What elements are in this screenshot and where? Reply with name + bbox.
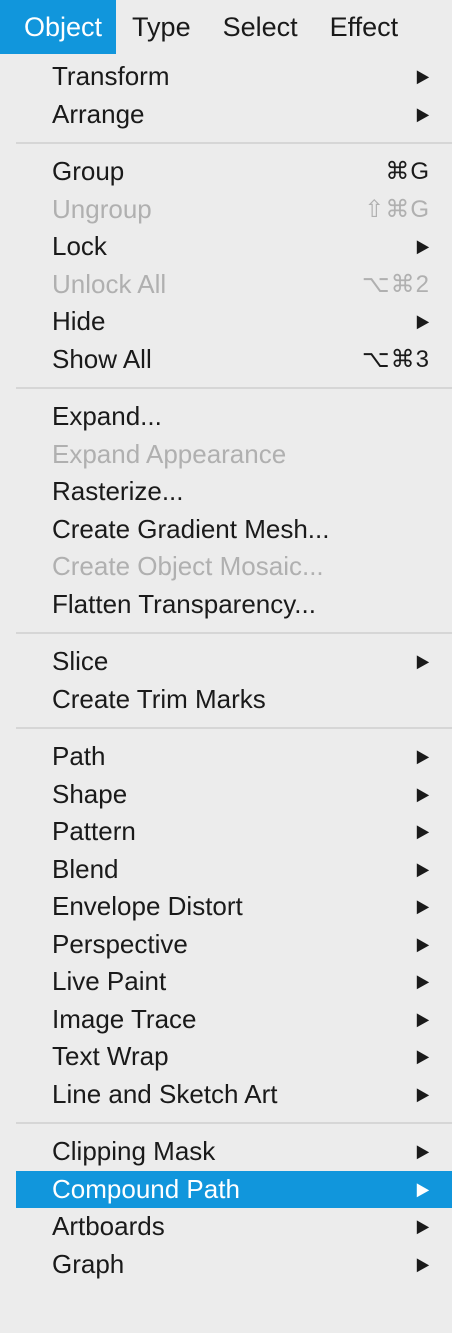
menu-item-hide[interactable]: Hide ▶	[16, 303, 452, 341]
menu-item-label: Hide	[52, 306, 106, 337]
menu-item-image-trace[interactable]: Image Trace ▶	[16, 1001, 452, 1039]
menu-item-label: Flatten Transparency...	[52, 588, 316, 619]
menubar-object[interactable]: Object	[0, 0, 117, 54]
menu-item-create-object-mosaic: Create Object Mosaic...	[16, 548, 452, 586]
menu-item-label: Group	[52, 156, 125, 187]
submenu-arrow-icon: ▶	[416, 1046, 430, 1067]
menu-item-clipping-mask[interactable]: Clipping Mask ▶	[16, 1133, 452, 1171]
menu-item-show-all[interactable]: Show All ⌥⌘3	[16, 341, 452, 379]
menu-item-slice[interactable]: Slice ▶	[16, 643, 452, 681]
submenu-arrow-icon: ▶	[416, 651, 430, 672]
menu-item-label: Create Trim Marks	[52, 683, 266, 714]
menu-item-expand-appearance: Expand Appearance	[16, 436, 452, 474]
menu-item-flatten-transparency[interactable]: Flatten Transparency...	[16, 586, 452, 624]
menu-item-envelope-distort[interactable]: Envelope Distort ▶	[16, 888, 452, 926]
menu-item-label: Expand...	[52, 401, 162, 432]
menu-item-shape[interactable]: Shape ▶	[16, 776, 452, 814]
menu-item-label: Rasterize...	[52, 476, 184, 507]
menu-item-live-paint[interactable]: Live Paint ▶	[16, 963, 452, 1001]
menu-item-label: Lock	[52, 231, 107, 262]
menu-item-group[interactable]: Group ⌘G	[16, 153, 452, 191]
keyboard-shortcut: ⌥⌘2	[361, 270, 430, 298]
menu-item-label: Envelope Distort	[52, 891, 243, 922]
submenu-arrow-icon: ▶	[416, 311, 430, 332]
menu-item-compound-path[interactable]: Compound Path ▶	[16, 1170, 452, 1208]
menu-item-label: Line and Sketch Art	[52, 1078, 278, 1109]
menu-item-create-gradient-mesh[interactable]: Create Gradient Mesh...	[16, 511, 452, 549]
submenu-arrow-icon: ▶	[416, 821, 430, 842]
menu-item-graph[interactable]: Graph ▶	[16, 1246, 452, 1284]
menu-item-lock[interactable]: Lock ▶	[16, 228, 452, 266]
menu-item-transform[interactable]: Transform ▶	[16, 58, 452, 96]
menu-item-label: Create Object Mosaic...	[52, 551, 324, 582]
submenu-arrow-icon: ▶	[416, 103, 430, 124]
submenu-arrow-icon: ▶	[416, 971, 430, 992]
menu-item-label: Unlock All	[52, 268, 167, 299]
menubar-effect[interactable]: Effect	[314, 0, 415, 54]
submenu-arrow-icon: ▶	[416, 1008, 430, 1029]
submenu-arrow-icon: ▶	[416, 1083, 430, 1104]
menu-item-arrange[interactable]: Arrange ▶	[16, 96, 452, 134]
submenu-arrow-icon: ▶	[416, 236, 430, 257]
menu-item-label: Create Gradient Mesh...	[52, 513, 330, 544]
submenu-arrow-icon: ▶	[416, 896, 430, 917]
menu-item-label: Expand Appearance	[52, 438, 287, 469]
menubar-select[interactable]: Select	[207, 0, 314, 54]
submenu-arrow-icon: ▶	[416, 1253, 430, 1274]
menu-item-label: Transform	[52, 61, 170, 92]
menu-item-create-trim-marks[interactable]: Create Trim Marks	[16, 681, 452, 719]
menu-item-label: Text Wrap	[52, 1041, 169, 1072]
menu-separator	[16, 623, 452, 643]
menu-item-label: Artboards	[52, 1211, 165, 1242]
submenu-arrow-icon: ▶	[416, 1141, 430, 1162]
menu-item-rasterize[interactable]: Rasterize...	[16, 473, 452, 511]
menu-bar: Object Type Select Effect	[0, 0, 452, 54]
menu-item-pattern[interactable]: Pattern ▶	[16, 813, 452, 851]
menu-item-label: Blend	[52, 853, 119, 884]
menu-item-label: Slice	[52, 646, 109, 677]
submenu-arrow-icon: ▶	[416, 1216, 430, 1237]
menu-item-label: Path	[52, 741, 106, 772]
menu-item-ungroup: Ungroup ⇧⌘G	[16, 191, 452, 229]
keyboard-shortcut: ⌥⌘3	[361, 345, 430, 373]
menu-item-label: Pattern	[52, 816, 136, 847]
menu-separator	[16, 378, 452, 398]
menu-item-label: Show All	[52, 343, 152, 374]
menu-item-artboards[interactable]: Artboards ▶	[16, 1208, 452, 1246]
object-menu-dropdown: Transform ▶ Arrange ▶ Group ⌘G Ungroup ⇧…	[16, 54, 452, 1333]
submenu-arrow-icon: ▶	[416, 746, 430, 767]
menu-separator	[16, 133, 452, 153]
menu-item-line-and-sketch-art[interactable]: Line and Sketch Art ▶	[16, 1076, 452, 1114]
menu-item-unlock-all: Unlock All ⌥⌘2	[16, 266, 452, 304]
submenu-arrow-icon: ▶	[416, 858, 430, 879]
keyboard-shortcut: ⌘G	[385, 158, 430, 186]
menu-item-label: Graph	[52, 1248, 125, 1279]
submenu-arrow-icon: ▶	[416, 933, 430, 954]
menu-item-label: Arrange	[52, 98, 145, 129]
menu-item-label: Clipping Mask	[52, 1136, 216, 1167]
menu-item-label: Compound Path	[52, 1173, 240, 1204]
menu-item-label: Ungroup	[52, 193, 152, 224]
menu-item-text-wrap[interactable]: Text Wrap ▶	[16, 1038, 452, 1076]
menu-item-label: Shape	[52, 778, 128, 809]
menu-item-path[interactable]: Path ▶	[16, 738, 452, 776]
menu-item-label: Live Paint	[52, 966, 167, 997]
submenu-arrow-icon: ▶	[416, 66, 430, 87]
menu-item-blend[interactable]: Blend ▶	[16, 851, 452, 889]
menu-item-label: Perspective	[52, 928, 188, 959]
keyboard-shortcut: ⇧⌘G	[364, 195, 430, 223]
menu-item-perspective[interactable]: Perspective ▶	[16, 926, 452, 964]
submenu-arrow-icon: ▶	[416, 1178, 430, 1199]
menu-separator	[16, 1113, 452, 1133]
submenu-arrow-icon: ▶	[416, 783, 430, 804]
menu-separator	[16, 718, 452, 738]
menubar-type[interactable]: Type	[116, 0, 207, 54]
menu-item-label: Image Trace	[52, 1003, 197, 1034]
menu-item-expand[interactable]: Expand...	[16, 398, 452, 436]
